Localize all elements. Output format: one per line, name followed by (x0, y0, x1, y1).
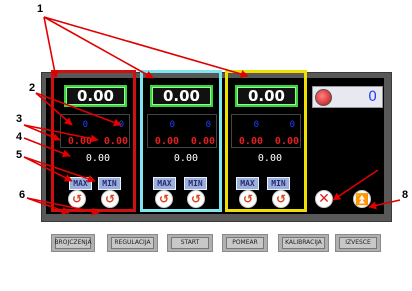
callout-2: 2 (29, 82, 36, 94)
callout-1: 1 (37, 3, 44, 15)
callout-6: 6 (19, 189, 26, 201)
callout-5: 5 (16, 149, 23, 161)
callout-8: 8 (402, 189, 409, 201)
callout-arrows (23, 16, 401, 216)
callout-7: 7 (378, 158, 385, 170)
callout-3: 3 (16, 113, 23, 125)
callout-4: 4 (16, 131, 23, 143)
